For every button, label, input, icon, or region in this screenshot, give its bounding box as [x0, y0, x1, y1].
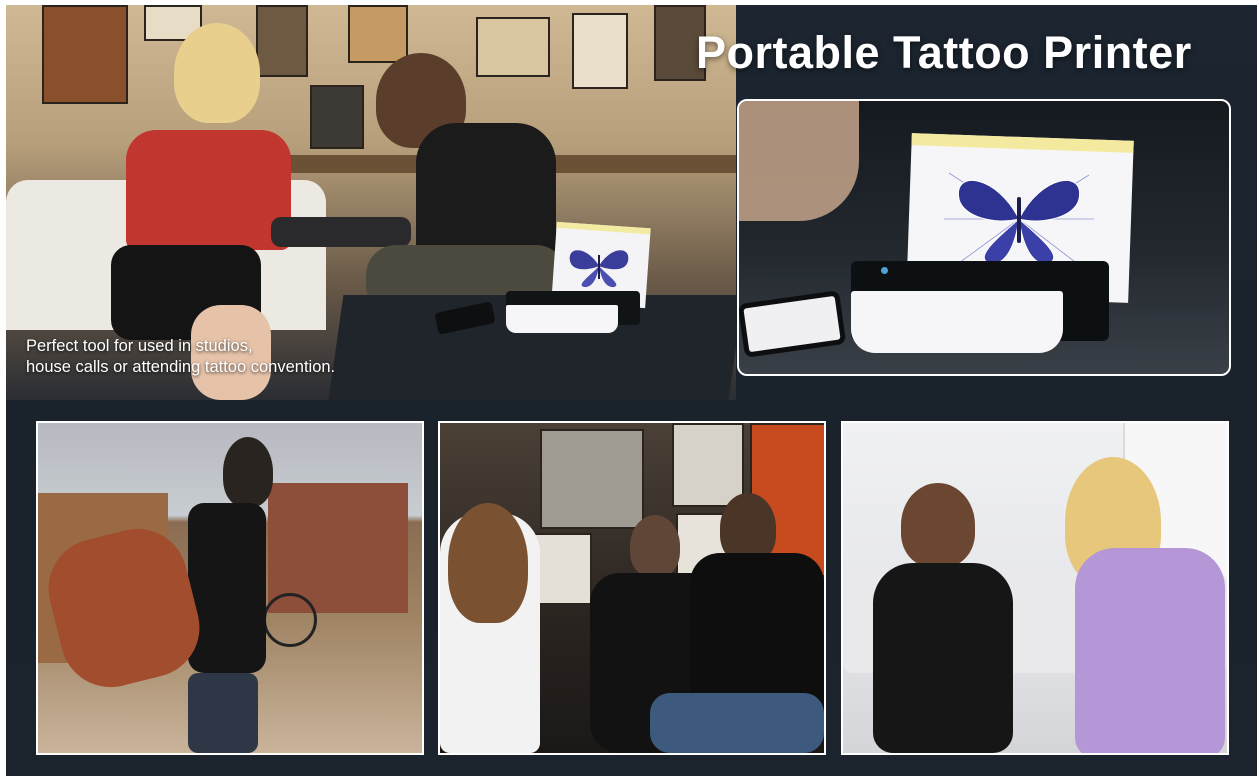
wall-art: [672, 423, 744, 507]
tile-studio-consultation: [438, 421, 826, 755]
client-figure: [1075, 548, 1225, 753]
caption-line-1: Perfect tool for used in studios,: [26, 337, 253, 355]
hero-caption: Perfect tool for used in studios, house …: [26, 336, 335, 378]
client-figure: [448, 503, 528, 623]
traveler-figure: [188, 503, 266, 673]
printer-power-led: [881, 267, 888, 274]
wall-art: [540, 429, 644, 529]
client-figure: [174, 23, 260, 123]
hero-photo-studio: Perfect tool for used in studios, house …: [6, 5, 736, 400]
bicycle: [263, 593, 317, 647]
banner-frame: Perfect tool for used in studios, house …: [6, 5, 1257, 776]
smartphone-icon: [739, 290, 847, 358]
printer-closeup-inset: [737, 99, 1231, 376]
wall-art: [42, 5, 128, 104]
wall-art: [572, 13, 628, 89]
forearm: [739, 101, 859, 221]
artist-figure: [630, 515, 680, 577]
wall-art: [476, 17, 550, 77]
wall-art: [256, 5, 308, 77]
page-title: Portable Tattoo Printer: [696, 27, 1192, 78]
wall-art: [310, 85, 364, 149]
armrest: [271, 217, 411, 247]
butterfly-stencil-icon: [569, 250, 629, 288]
jeans: [650, 693, 824, 753]
printer-output-paper: [506, 305, 618, 333]
traveler-figure: [223, 437, 273, 507]
traveler-figure: [188, 673, 258, 753]
butterfly-stencil-icon: [944, 172, 1094, 266]
artist-figure: [901, 483, 975, 567]
artist-figure: [873, 563, 1013, 753]
tile-home-visit: [841, 421, 1229, 755]
wall-art: [348, 5, 408, 63]
caption-line-2: house calls or attending tattoo conventi…: [26, 358, 336, 376]
printer-output-paper: [851, 291, 1063, 353]
tile-outdoor-traveler: [36, 421, 424, 755]
client-figure: [126, 130, 291, 250]
